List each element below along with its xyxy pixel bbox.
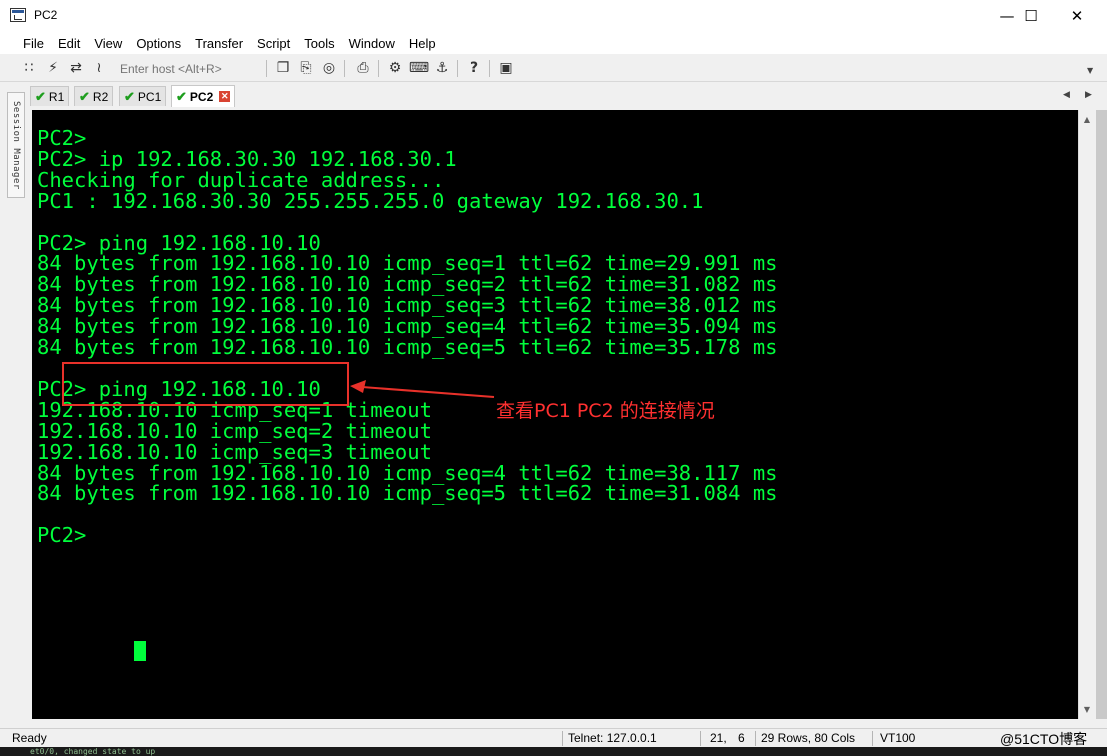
menu-view[interactable]: View: [87, 36, 129, 51]
status-size: 29 Rows, 80 Cols: [761, 731, 856, 745]
toolbar-separator: [266, 60, 267, 77]
settings-icon[interactable]: ⚙: [386, 59, 404, 77]
tab-r2[interactable]: ✔ R2: [74, 86, 114, 106]
menu-bar: File Edit View Options Transfer Script T…: [0, 32, 1107, 54]
menu-edit[interactable]: Edit: [51, 36, 87, 51]
paste-icon[interactable]: ⎘: [297, 59, 315, 77]
toolbar-separator: [344, 60, 345, 77]
menu-tools[interactable]: Tools: [297, 36, 341, 51]
maximize-button[interactable]: ☐: [1008, 0, 1054, 32]
tab-label: PC1: [137, 89, 162, 104]
background-window-strip: et0/0, changed state to up: [0, 747, 1107, 756]
status-bar: Ready Telnet: 127.0.0.1 21, 6 29 Rows, 8…: [0, 728, 1107, 747]
connected-check-icon: ✔: [124, 88, 135, 104]
vertical-scrollbar[interactable]: ▲ ▼: [1078, 110, 1095, 719]
tab-label: R1: [48, 89, 65, 104]
connect-icon[interactable]: ∷: [20, 59, 38, 77]
tab-r1[interactable]: ✔ R1: [30, 86, 70, 106]
status-state: Ready: [12, 731, 47, 745]
reconnect-icon[interactable]: ⇄: [67, 59, 85, 77]
help-icon[interactable]: ?: [465, 59, 483, 77]
keymap-icon[interactable]: ⌨: [409, 59, 429, 77]
background-window-edge: [1096, 110, 1107, 719]
status-col: 6: [738, 731, 745, 745]
app-icon: [10, 8, 26, 22]
terminal-cursor: [134, 641, 146, 661]
monitor-icon[interactable]: ▣: [497, 59, 515, 77]
tab-pc2[interactable]: ✔ PC2 ✕: [171, 85, 236, 107]
copy-icon[interactable]: ❐: [274, 59, 292, 77]
scroll-up-icon[interactable]: ▲: [1079, 111, 1095, 127]
status-divider: [755, 731, 756, 746]
status-divider: [562, 731, 563, 746]
toolbar-separator: [489, 60, 490, 77]
status-divider: [872, 731, 873, 746]
menu-script[interactable]: Script: [250, 36, 297, 51]
menu-help[interactable]: Help: [402, 36, 443, 51]
toolbar: ∷ ⚡ ⇄ ≀ ❐ ⎘ ◎ ⎙ ⚙ ⌨ ⚓ ? ▣ ▼: [0, 55, 1107, 82]
annotation-text: 查看PC1 PC2 的连接情况: [496, 400, 715, 422]
toolbar-separator: [457, 60, 458, 77]
tab-scroll-left-icon[interactable]: ◀: [1063, 90, 1070, 100]
status-divider: [700, 731, 701, 746]
connected-check-icon: ✔: [176, 88, 187, 104]
quick-connect-icon[interactable]: ⚡: [44, 59, 62, 77]
toolbar-overflow-icon[interactable]: ▼: [1087, 66, 1093, 75]
window-title: PC2: [34, 8, 58, 22]
annotation-arrow: [350, 380, 495, 398]
terminal-output: PC2> PC2> ip 192.168.30.30 192.168.30.1 …: [37, 126, 778, 548]
sftp-icon[interactable]: ⚓: [433, 59, 451, 77]
scroll-down-icon[interactable]: ▼: [1079, 701, 1095, 717]
status-emulation: VT100: [880, 731, 916, 745]
menu-options[interactable]: Options: [129, 36, 188, 51]
status-connection: Telnet: 127.0.0.1: [568, 731, 657, 745]
close-button[interactable]: ✕: [1054, 0, 1100, 32]
host-input[interactable]: [116, 59, 272, 78]
watermark: @51CTO博客: [1000, 731, 1088, 747]
connected-check-icon: ✔: [35, 88, 46, 104]
find-icon[interactable]: ◎: [320, 59, 338, 77]
menu-transfer[interactable]: Transfer: [188, 36, 250, 51]
disconnect-icon[interactable]: ≀: [90, 59, 108, 77]
print-icon[interactable]: ⎙: [354, 59, 372, 77]
status-row: 21,: [710, 731, 727, 745]
session-tab-bar: ✔ R1 ✔ R2 ✔ PC1 ✔ PC2 ✕ ◀ ▶: [30, 84, 1107, 108]
session-manager-tab[interactable]: Session Manager: [7, 92, 25, 198]
menu-file[interactable]: File: [16, 36, 51, 51]
tab-scroll-right-icon[interactable]: ▶: [1085, 90, 1092, 100]
tab-close-icon[interactable]: ✕: [219, 91, 231, 102]
tab-label: PC2: [189, 89, 214, 104]
annotation-highlight-box: [62, 362, 349, 406]
tab-pc1[interactable]: ✔ PC1: [119, 86, 167, 106]
toolbar-separator: [378, 60, 379, 77]
background-text: et0/0, changed state to up: [30, 747, 156, 756]
tab-label: R2: [92, 89, 109, 104]
menu-window[interactable]: Window: [342, 36, 402, 51]
title-bar: PC2 — ☐ ✕: [0, 0, 1107, 32]
connected-check-icon: ✔: [79, 88, 90, 104]
